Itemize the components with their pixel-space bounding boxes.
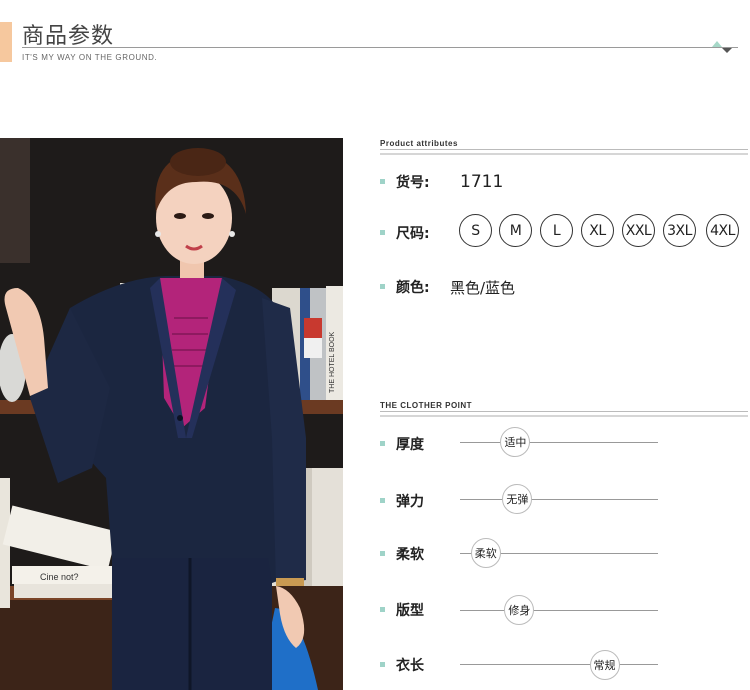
fit-label: 版型	[396, 603, 424, 619]
bullet-icon	[380, 230, 385, 235]
product-photo: THE HOTEL BOOK Cine not?	[0, 138, 343, 690]
book-spine-text: THE HOTEL BOOK	[329, 331, 336, 393]
thickness-label: 厚度	[396, 437, 424, 453]
bullet-icon	[380, 441, 385, 446]
header-divider	[22, 47, 738, 48]
clother-point-title: THE CLOTHER POINT	[380, 401, 473, 410]
triangle-down-icon	[722, 48, 732, 53]
product-attributes-title: Product attributes	[380, 139, 458, 148]
size-option-3xl[interactable]: 3XL	[663, 214, 696, 247]
softness-label: 柔软	[396, 547, 424, 563]
bullet-icon	[380, 551, 385, 556]
clother-point-divider	[380, 411, 748, 417]
sku-value: 1711	[460, 172, 504, 192]
elasticity-label: 弹力	[396, 494, 424, 510]
elasticity-scale	[460, 499, 658, 500]
bullet-icon	[380, 284, 385, 289]
sku-label: 货号:	[396, 175, 430, 191]
color-label: 颜色:	[396, 280, 430, 296]
size-option-4xl[interactable]: 4XL	[706, 214, 739, 247]
product-attributes-divider	[380, 149, 748, 155]
length-marker: 常规	[589, 650, 620, 680]
fit-marker: 修身	[504, 595, 535, 625]
color-value: 黑色/蓝色	[450, 279, 516, 297]
size-option-s[interactable]: S	[459, 214, 492, 247]
book-text: Cine not?	[40, 572, 79, 582]
size-option-xxl[interactable]: XXL	[622, 214, 655, 247]
page-title: 商品参数	[22, 24, 115, 49]
softness-marker: 柔软	[470, 538, 501, 568]
model-illustration: THE HOTEL BOOK Cine not?	[0, 138, 343, 690]
thickness-marker: 适中	[500, 427, 531, 457]
bullet-icon	[380, 607, 385, 612]
size-option-l[interactable]: L	[540, 214, 573, 247]
thickness-scale	[460, 442, 658, 443]
page-subtitle: IT'S MY WAY ON THE GROUND.	[22, 53, 158, 62]
fit-scale	[460, 610, 658, 611]
header-accent-bar	[0, 22, 12, 62]
length-scale	[460, 664, 658, 665]
size-option-m[interactable]: M	[499, 214, 532, 247]
triangle-up-icon	[712, 41, 722, 47]
elasticity-marker: 无弹	[502, 484, 533, 514]
size-label: 尺码:	[396, 226, 430, 242]
size-option-xl[interactable]: XL	[581, 214, 614, 247]
bullet-icon	[380, 498, 385, 503]
bullet-icon	[380, 662, 385, 667]
bullet-icon	[380, 179, 385, 184]
length-label: 衣长	[396, 658, 424, 674]
